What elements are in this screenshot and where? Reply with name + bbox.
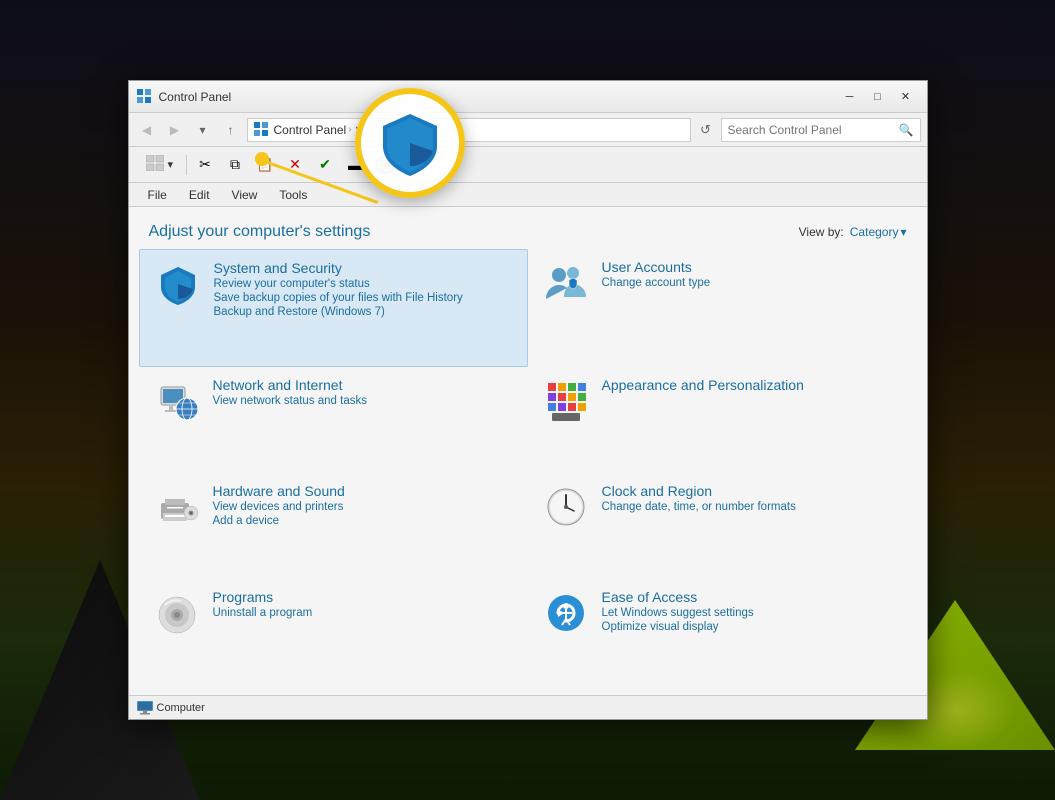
views-label [146,155,164,174]
control-panel-window: Control Panel ─ □ ✕ ◀ ▶ ▾ ↑ Control Pane… [128,80,928,720]
view-by-arrow: ▾ [900,225,906,239]
cut-button[interactable]: ✂ [191,151,219,179]
menu-edit[interactable]: Edit [178,185,221,205]
minimize-button[interactable]: ─ [837,87,863,107]
views-button[interactable]: ▾ [137,151,183,179]
programs-link-1[interactable]: Uninstall a program [213,607,514,619]
clock-region-link-1[interactable]: Change date, time, or number formats [602,501,903,513]
user-accounts-text: User Accounts Change account type [602,259,903,289]
menu-view[interactable]: View [221,185,269,205]
system-security-text: System and Security Review your computer… [214,260,513,318]
window-icon [137,89,153,105]
view-by-dropdown[interactable]: Category ▾ [850,225,907,239]
system-security-link-3[interactable]: Backup and Restore (Windows 7) [214,306,513,318]
view-by-value-text: Category [850,225,899,239]
hardware-sound-icon [153,483,201,531]
ease-of-access-link-2[interactable]: Optimize visual display [602,621,903,633]
copy-button[interactable]: ⧉ [221,151,249,179]
title-bar: Control Panel ─ □ ✕ [129,81,927,113]
category-hardware-sound[interactable]: Hardware and Sound View devices and prin… [139,473,528,579]
user-accounts-link-1[interactable]: Change account type [602,277,903,289]
views-icon [146,155,164,171]
forward-button[interactable]: ▶ [163,118,187,142]
appearance-text: Appearance and Personalization [602,377,903,393]
category-grid: System and Security Review your computer… [129,249,927,695]
clock-region-icon [542,483,590,531]
toolbar: ▾ ✂ ⧉ 📋 ✕ ✔ ▬ [129,147,927,183]
nav-dropdown-button[interactable]: ▾ [191,118,215,142]
address-bar: Control Panel › ▾ [247,118,691,142]
category-user-accounts[interactable]: User Accounts Change account type [528,249,917,367]
callout-circle [355,88,465,198]
breadcrumb-item[interactable]: Control Panel [274,123,347,137]
appearance-name[interactable]: Appearance and Personalization [602,377,903,393]
category-system-security[interactable]: System and Security Review your computer… [139,249,528,367]
clock-region-name[interactable]: Clock and Region [602,483,903,499]
system-security-icon [154,260,202,308]
window-title: Control Panel [159,90,837,104]
content-header: Adjust your computer's settings View by:… [129,207,927,249]
network-internet-icon [153,377,201,425]
menu-file[interactable]: File [137,185,178,205]
programs-name[interactable]: Programs [213,589,514,605]
network-internet-link-1[interactable]: View network status and tasks [213,395,514,407]
category-programs[interactable]: Programs Uninstall a program [139,579,528,685]
status-bar: Computer [129,695,927,719]
system-security-link-1[interactable]: Review your computer's status [214,278,513,290]
breadcrumb: Control Panel › [274,123,352,137]
maximize-button[interactable]: □ [865,87,891,107]
window-controls: ─ □ ✕ [837,87,919,107]
menu-tools[interactable]: Tools [268,185,318,205]
callout-dot [255,152,269,166]
callout-shield-icon [375,108,445,178]
user-accounts-icon [542,259,590,307]
view-by-label: View by: [799,225,844,239]
menu-bar: File Edit View Tools [129,183,927,207]
user-accounts-name[interactable]: User Accounts [602,259,903,275]
category-appearance[interactable]: Appearance and Personalization [528,367,917,473]
breadcrumb-separator: › [348,124,351,135]
status-computer: Computer [137,701,205,715]
check-button[interactable]: ✔ [311,151,339,179]
status-computer-label: Computer [157,702,205,714]
category-network-internet[interactable]: Network and Internet View network status… [139,367,528,473]
address-icon [254,122,270,138]
ease-of-access-link-1[interactable]: Let Windows suggest settings [602,607,903,619]
computer-icon [137,701,153,715]
appearance-icon [542,377,590,425]
hardware-sound-link-2[interactable]: Add a device [213,515,514,527]
ease-of-access-text: Ease of Access Let Windows suggest setti… [602,589,903,633]
ease-of-access-name[interactable]: Ease of Access [602,589,903,605]
main-content: Adjust your computer's settings View by:… [129,207,927,695]
programs-text: Programs Uninstall a program [213,589,514,619]
clock-region-text: Clock and Region Change date, time, or n… [602,483,903,513]
search-icon: 🔍 [899,123,914,137]
hardware-sound-link-1[interactable]: View devices and printers [213,501,514,513]
network-internet-name[interactable]: Network and Internet [213,377,514,393]
hardware-sound-name[interactable]: Hardware and Sound [213,483,514,499]
category-clock-region[interactable]: Clock and Region Change date, time, or n… [528,473,917,579]
ease-of-access-icon [542,589,590,637]
toolbar-separator-1 [186,155,187,175]
refresh-button[interactable]: ↺ [695,119,717,141]
back-button[interactable]: ◀ [135,118,159,142]
hardware-sound-text: Hardware and Sound View devices and prin… [213,483,514,527]
view-by-control: View by: Category ▾ [799,225,907,239]
close-button[interactable]: ✕ [893,87,919,107]
page-title: Adjust your computer's settings [149,223,371,241]
views-dropdown-arrow: ▾ [168,158,174,171]
programs-icon [153,589,201,637]
system-security-link-2[interactable]: Save backup copies of your files with Fi… [214,292,513,304]
system-security-name[interactable]: System and Security [214,260,513,276]
search-box: 🔍 [721,118,921,142]
up-button[interactable]: ↑ [219,118,243,142]
search-input[interactable] [728,123,895,137]
network-internet-text: Network and Internet View network status… [213,377,514,407]
nav-bar: ◀ ▶ ▾ ↑ Control Panel › ▾ ↺ 🔍 [129,113,927,147]
category-ease-of-access[interactable]: Ease of Access Let Windows suggest setti… [528,579,917,685]
